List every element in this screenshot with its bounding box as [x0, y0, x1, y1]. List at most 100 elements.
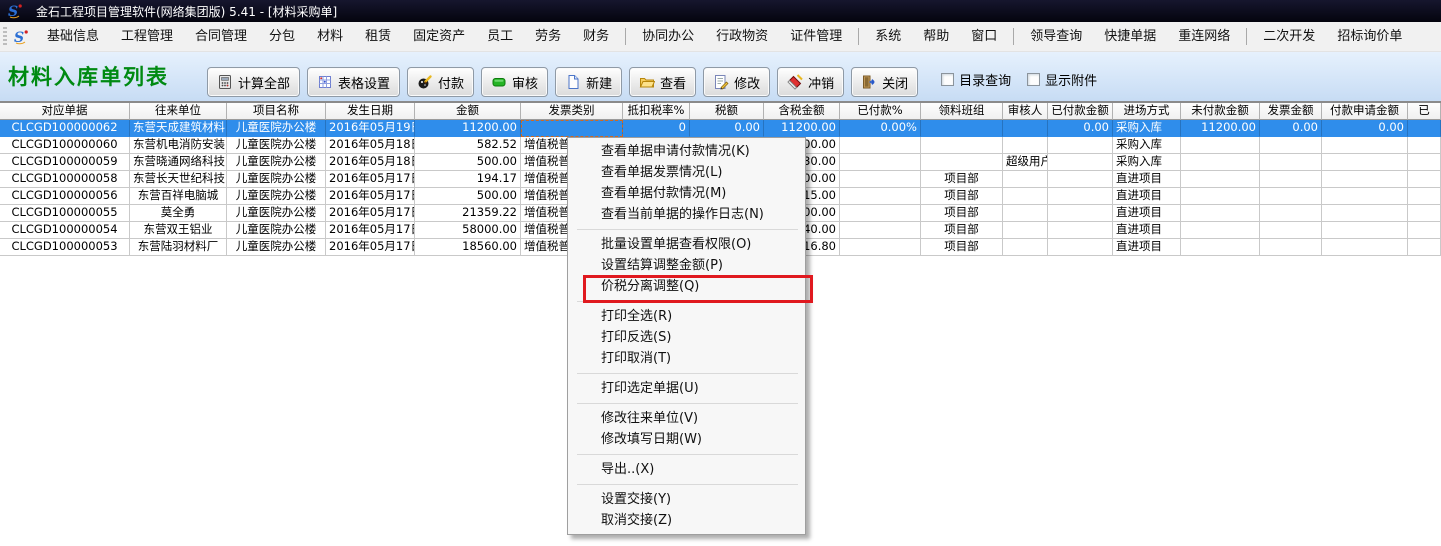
menubar-item-证件管理[interactable]: 证件管理 [779, 25, 853, 49]
table-cell[interactable] [521, 120, 623, 137]
table-cell[interactable]: CLCGD100000053 [0, 239, 130, 256]
header-cell-发票金额[interactable]: 发票金额 [1260, 103, 1322, 120]
table-cell[interactable]: 0.00 [1048, 120, 1113, 137]
menubar-item-合同管理[interactable]: 合同管理 [184, 25, 258, 49]
table-row[interactable]: CLCGD100000062东营天成建筑材料儿童医院办公楼2016年05月19日… [0, 120, 1441, 137]
table-cell[interactable] [1408, 137, 1441, 154]
context-menu-item-R[interactable]: 打印全选(R) [569, 306, 804, 327]
table-cell[interactable]: 2016年05月17日 [326, 188, 415, 205]
table-cell[interactable] [921, 137, 1003, 154]
show-attachments-checkbox[interactable] [1027, 73, 1040, 86]
toolbar-button-审核[interactable]: 审核 [481, 67, 548, 97]
table-cell[interactable] [1260, 222, 1322, 239]
toolbar-button-冲销[interactable]: 冲销 [777, 67, 844, 97]
table-cell[interactable]: 直进项目 [1113, 239, 1181, 256]
table-cell[interactable]: 0 [623, 120, 690, 137]
context-menu-item-X[interactable]: 导出..(X) [569, 459, 804, 480]
menubar-item-材料[interactable]: 材料 [306, 25, 354, 49]
table-cell[interactable] [840, 222, 921, 239]
toolbar-button-修改[interactable]: 修改 [703, 67, 770, 97]
table-cell[interactable] [1003, 171, 1048, 188]
table-cell[interactable] [1408, 120, 1441, 137]
table-cell[interactable] [1260, 239, 1322, 256]
table-cell[interactable] [1322, 205, 1408, 222]
table-cell[interactable] [840, 239, 921, 256]
menubar-item-员工[interactable]: 员工 [476, 25, 524, 49]
menubar-item-快捷单据[interactable]: 快捷单据 [1093, 25, 1167, 49]
table-cell[interactable]: 直进项目 [1113, 188, 1181, 205]
table-cell[interactable]: 项目部 [921, 205, 1003, 222]
table-cell[interactable] [1181, 239, 1260, 256]
table-cell[interactable] [1003, 137, 1048, 154]
header-cell-税额[interactable]: 税额 [690, 103, 764, 120]
table-cell[interactable]: 采购入库 [1113, 154, 1181, 171]
table-cell[interactable]: 11200.00 [1181, 120, 1260, 137]
table-cell[interactable] [1181, 154, 1260, 171]
header-cell-进场方式[interactable]: 进场方式 [1113, 103, 1181, 120]
table-cell[interactable] [1322, 171, 1408, 188]
table-cell[interactable] [1322, 154, 1408, 171]
table-cell[interactable]: CLCGD100000054 [0, 222, 130, 239]
header-cell-已付款金额[interactable]: 已付款金额 [1048, 103, 1113, 120]
table-cell[interactable]: 0.00 [1322, 120, 1408, 137]
menubar-item-招标询价单[interactable]: 招标询价单 [1326, 25, 1413, 49]
table-cell[interactable] [1181, 188, 1260, 205]
table-cell[interactable]: 儿童医院办公楼 [227, 239, 326, 256]
table-cell[interactable]: 直进项目 [1113, 222, 1181, 239]
header-cell-含税金额[interactable]: 含税金额 [764, 103, 840, 120]
header-cell-抵扣税率%[interactable]: 抵扣税率% [623, 103, 690, 120]
catalog-query-checkbox[interactable] [941, 73, 954, 86]
header-cell-领料班组[interactable]: 领料班组 [921, 103, 1003, 120]
table-cell[interactable] [1260, 188, 1322, 205]
menubar-item-基础信息[interactable]: 基础信息 [36, 25, 110, 49]
table-cell[interactable]: 58000.00 [415, 222, 521, 239]
table-cell[interactable] [1322, 137, 1408, 154]
menubar-item-重连网络[interactable]: 重连网络 [1167, 25, 1241, 49]
table-cell[interactable] [1048, 205, 1113, 222]
context-menu-item-S[interactable]: 打印反选(S) [569, 327, 804, 348]
header-cell-对应单据[interactable]: 对应单据 [0, 103, 130, 120]
table-cell[interactable]: 儿童医院办公楼 [227, 222, 326, 239]
table-cell[interactable]: 项目部 [921, 222, 1003, 239]
table-cell[interactable] [1003, 205, 1048, 222]
table-cell[interactable]: 采购入库 [1113, 120, 1181, 137]
table-cell[interactable] [840, 154, 921, 171]
header-cell-未付款金额[interactable]: 未付款金额 [1181, 103, 1260, 120]
table-cell[interactable]: 0.00 [1260, 120, 1322, 137]
table-cell[interactable]: CLCGD100000058 [0, 171, 130, 188]
context-menu-item-Y[interactable]: 设置交接(Y) [569, 489, 804, 510]
table-cell[interactable]: 直进项目 [1113, 205, 1181, 222]
table-cell[interactable] [921, 154, 1003, 171]
table-cell[interactable] [1260, 205, 1322, 222]
context-menu-item-W[interactable]: 修改填写日期(W) [569, 429, 804, 450]
menubar-item-工程管理[interactable]: 工程管理 [110, 25, 184, 49]
context-menu-item-Z[interactable]: 取消交接(Z) [569, 510, 804, 531]
menubar-item-财务[interactable]: 财务 [572, 25, 620, 49]
table-cell[interactable]: 儿童医院办公楼 [227, 205, 326, 222]
table-cell[interactable]: 2016年05月19日 [326, 120, 415, 137]
table-cell[interactable] [1322, 188, 1408, 205]
header-cell-已[interactable]: 已 [1408, 103, 1441, 120]
toolbar-button-查看[interactable]: 查看 [629, 67, 696, 97]
table-cell[interactable]: 儿童医院办公楼 [227, 171, 326, 188]
table-cell[interactable]: 东营百祥电脑城 [130, 188, 227, 205]
table-cell[interactable]: 项目部 [921, 188, 1003, 205]
table-cell[interactable] [1260, 171, 1322, 188]
table-cell[interactable] [1048, 222, 1113, 239]
table-cell[interactable] [1322, 239, 1408, 256]
table-cell[interactable] [1181, 205, 1260, 222]
table-cell[interactable]: 0.00% [840, 120, 921, 137]
table-cell[interactable] [840, 205, 921, 222]
table-cell[interactable] [1048, 137, 1113, 154]
table-cell[interactable] [1408, 171, 1441, 188]
menubar-item-租赁[interactable]: 租赁 [354, 25, 402, 49]
table-cell[interactable]: 项目部 [921, 171, 1003, 188]
table-cell[interactable] [921, 120, 1003, 137]
table-cell[interactable] [1408, 154, 1441, 171]
table-cell[interactable] [1181, 222, 1260, 239]
table-cell[interactable]: CLCGD100000059 [0, 154, 130, 171]
table-cell[interactable] [1048, 239, 1113, 256]
table-cell[interactable]: 2016年05月18日 [326, 154, 415, 171]
table-cell[interactable]: 2016年05月17日 [326, 205, 415, 222]
table-cell[interactable]: 儿童医院办公楼 [227, 137, 326, 154]
